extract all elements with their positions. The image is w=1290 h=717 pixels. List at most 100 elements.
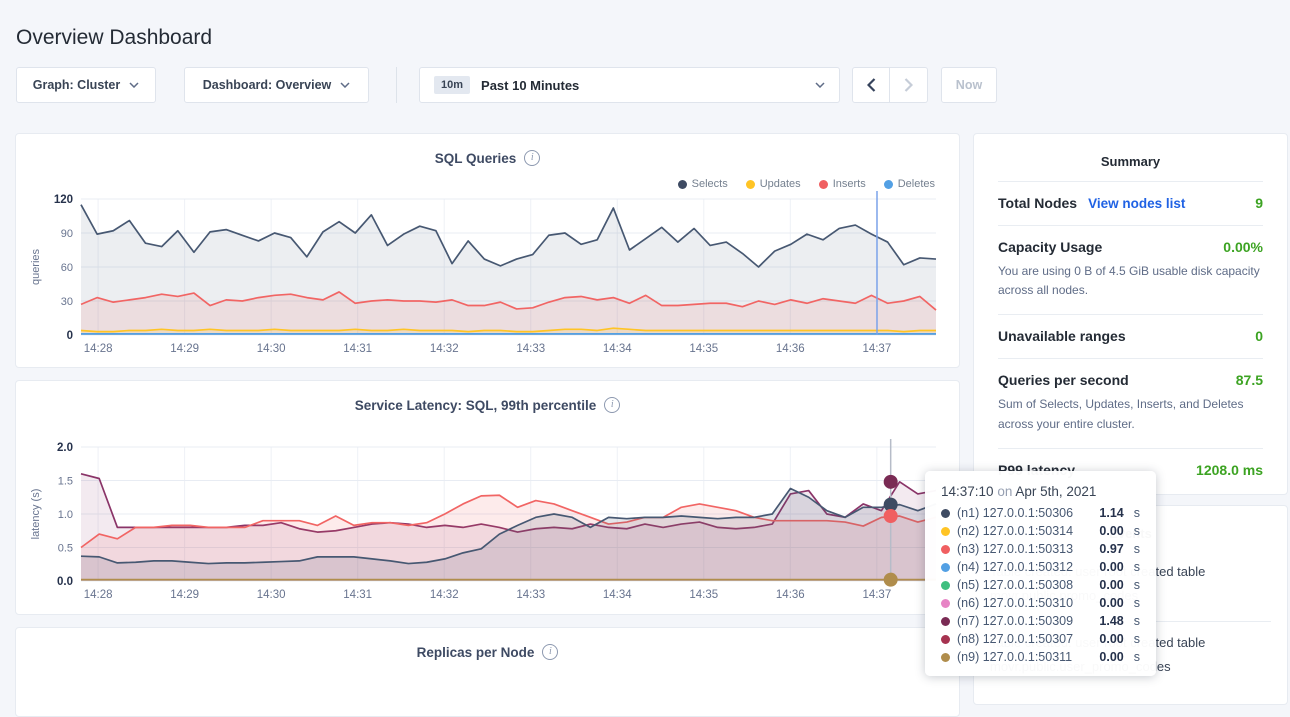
tooltip-row: (n2) 127.0.0.1:50314 0.00 s bbox=[941, 522, 1140, 540]
svg-text:14:30: 14:30 bbox=[257, 343, 286, 355]
tooltip-node-value: 0.00 bbox=[1099, 596, 1123, 610]
summary-row-unavailable-ranges: Unavailable ranges 0 bbox=[998, 314, 1263, 358]
node-series-dot-icon bbox=[941, 563, 950, 572]
qps-label: Queries per second bbox=[998, 372, 1129, 388]
tooltip-node-value: 0.00 bbox=[1099, 578, 1123, 592]
graph-dropdown-label: Graph: Cluster bbox=[33, 78, 121, 92]
service-latency-card: Service Latency: SQL, 99th percentile i … bbox=[15, 380, 960, 615]
info-icon[interactable]: i bbox=[542, 644, 558, 660]
svg-text:0.5: 0.5 bbox=[58, 543, 73, 555]
tooltip-node-value: 0.00 bbox=[1099, 560, 1123, 574]
tooltip-node-value: 0.00 bbox=[1099, 650, 1123, 664]
p99-latency-value: 1208.0 ms bbox=[1196, 462, 1263, 478]
capacity-usage-desc: You are using 0 B of 4.5 GiB usable disk… bbox=[998, 262, 1263, 300]
time-range-selector[interactable]: 10m Past 10 Minutes bbox=[419, 67, 840, 103]
node-series-dot-icon bbox=[941, 599, 950, 608]
svg-text:queries: queries bbox=[30, 248, 42, 285]
tooltip-node-address: (n4) 127.0.0.1:50312 bbox=[957, 560, 1092, 574]
svg-text:1.5: 1.5 bbox=[58, 476, 73, 488]
summary-row-total-nodes: Total Nodes View nodes list 9 bbox=[998, 181, 1263, 225]
chevron-left-icon bbox=[867, 78, 876, 92]
tooltip-header: 14:37:10 on Apr 5th, 2021 bbox=[941, 484, 1140, 499]
tooltip-row: (n9) 127.0.0.1:503110.00s bbox=[941, 648, 1140, 666]
svg-text:latency (s): latency (s) bbox=[30, 489, 42, 540]
svg-text:0: 0 bbox=[67, 330, 73, 342]
capacity-usage-label: Capacity Usage bbox=[998, 239, 1102, 255]
svg-text:14:29: 14:29 bbox=[170, 589, 199, 601]
time-back-button[interactable] bbox=[852, 67, 890, 103]
replicas-per-node-title-text: Replicas per Node bbox=[417, 645, 535, 660]
tooltip-node-unit: s bbox=[1134, 632, 1140, 646]
svg-text:14:36: 14:36 bbox=[776, 589, 805, 601]
controls-divider bbox=[396, 67, 397, 103]
replicas-per-node-title: Replicas per Node i bbox=[16, 644, 959, 660]
sql-queries-card: SQL Queries i SelectsUpdatesInsertsDelet… bbox=[15, 133, 960, 368]
svg-text:14:31: 14:31 bbox=[343, 343, 372, 355]
tooltip-node-address: (n9) 127.0.0.1:50311 bbox=[957, 650, 1092, 664]
svg-text:1.0: 1.0 bbox=[58, 509, 73, 521]
tooltip-node-address: (n8) 127.0.0.1:50307 bbox=[957, 632, 1092, 646]
svg-text:14:28: 14:28 bbox=[84, 589, 113, 601]
qps-value: 87.5 bbox=[1236, 372, 1263, 388]
tooltip-node-value: 1.48 bbox=[1099, 614, 1123, 628]
svg-text:14:35: 14:35 bbox=[689, 343, 718, 355]
time-window-arrows bbox=[852, 67, 928, 103]
svg-text:30: 30 bbox=[61, 296, 73, 308]
replicas-per-node-card: Replicas per Node i bbox=[15, 627, 960, 717]
tooltip-rows: (n1) 127.0.0.1:503061.14s(n2) 127.0.0.1:… bbox=[941, 504, 1140, 666]
service-latency-chart[interactable]: 14:2814:2914:3014:3114:3214:3314:3414:35… bbox=[16, 381, 959, 614]
tooltip-node-address: (n2) 127.0.0.1:50314 bbox=[957, 524, 1092, 538]
tooltip-node-unit: s bbox=[1134, 524, 1140, 538]
tooltip-node-address: (n7) 127.0.0.1:50309 bbox=[957, 614, 1092, 628]
svg-text:14:35: 14:35 bbox=[689, 589, 718, 601]
chevron-down-icon bbox=[129, 82, 139, 88]
svg-text:2.0: 2.0 bbox=[57, 442, 73, 454]
node-series-dot-icon bbox=[941, 545, 950, 554]
tooltip-row: (n5) 127.0.0.1:503080.00s bbox=[941, 576, 1140, 594]
tooltip-node-value: 0.00 bbox=[1099, 632, 1123, 646]
summary-title: Summary bbox=[974, 134, 1287, 181]
now-button[interactable]: Now bbox=[941, 67, 997, 103]
time-forward-button[interactable] bbox=[890, 67, 928, 103]
tooltip-time: 14:37:10 bbox=[941, 484, 994, 499]
svg-text:14:28: 14:28 bbox=[84, 343, 113, 355]
tooltip-node-address: (n1) 127.0.0.1:50306 bbox=[957, 506, 1092, 520]
graph-dropdown[interactable]: Graph: Cluster bbox=[16, 67, 156, 103]
qps-desc: Sum of Selects, Updates, Inserts, and De… bbox=[998, 395, 1263, 433]
dashboard-dropdown-label: Dashboard: Overview bbox=[203, 78, 332, 92]
tooltip-node-value: 0.00 bbox=[1099, 524, 1123, 538]
tooltip-node-address: (n5) 127.0.0.1:50308 bbox=[957, 578, 1092, 592]
svg-text:14:37: 14:37 bbox=[862, 589, 891, 601]
capacity-usage-value: 0.00% bbox=[1223, 239, 1263, 255]
view-nodes-list-link[interactable]: View nodes list bbox=[1088, 196, 1185, 211]
tooltip-on-word: on bbox=[997, 484, 1015, 499]
svg-text:14:34: 14:34 bbox=[603, 343, 632, 355]
dashboard-dropdown[interactable]: Dashboard: Overview bbox=[184, 67, 369, 103]
svg-text:14:32: 14:32 bbox=[430, 589, 459, 601]
chevron-right-icon bbox=[904, 78, 913, 92]
summary-row-capacity: Capacity Usage 0.00% You are using 0 B o… bbox=[998, 225, 1263, 314]
node-series-dot-icon bbox=[941, 509, 950, 518]
tooltip-node-unit: s bbox=[1134, 614, 1140, 628]
page-title: Overview Dashboard bbox=[16, 26, 212, 50]
tooltip-row: (n1) 127.0.0.1:503061.14s bbox=[941, 504, 1140, 522]
tooltip-row: (n8) 127.0.0.1:50307 0.00 s bbox=[941, 630, 1140, 648]
svg-text:14:37: 14:37 bbox=[862, 343, 891, 355]
svg-text:14:33: 14:33 bbox=[516, 589, 545, 601]
tooltip-node-unit: s bbox=[1134, 560, 1140, 574]
tooltip-node-unit: s bbox=[1134, 506, 1140, 520]
node-series-dot-icon bbox=[941, 653, 950, 662]
svg-text:14:31: 14:31 bbox=[343, 589, 372, 601]
tooltip-node-value: 0.97 bbox=[1099, 542, 1123, 556]
tooltip-node-unit: s bbox=[1134, 542, 1140, 556]
summary-row-qps: Queries per second 87.5 Sum of Selects, … bbox=[998, 358, 1263, 447]
tooltip-row: (n6) 127.0.0.1:503100.00s bbox=[941, 594, 1140, 612]
unavailable-ranges-label: Unavailable ranges bbox=[998, 328, 1126, 344]
tooltip-row: (n4) 127.0.0.1:50312 0.00 s bbox=[941, 558, 1140, 576]
svg-text:14:32: 14:32 bbox=[430, 343, 459, 355]
chevron-down-icon bbox=[815, 82, 825, 88]
tooltip-node-unit: s bbox=[1134, 596, 1140, 610]
total-nodes-label: Total Nodes bbox=[998, 195, 1077, 211]
sql-queries-chart[interactable]: 14:2814:2914:3014:3114:3214:3314:3414:35… bbox=[16, 134, 959, 367]
node-series-dot-icon bbox=[941, 617, 950, 626]
